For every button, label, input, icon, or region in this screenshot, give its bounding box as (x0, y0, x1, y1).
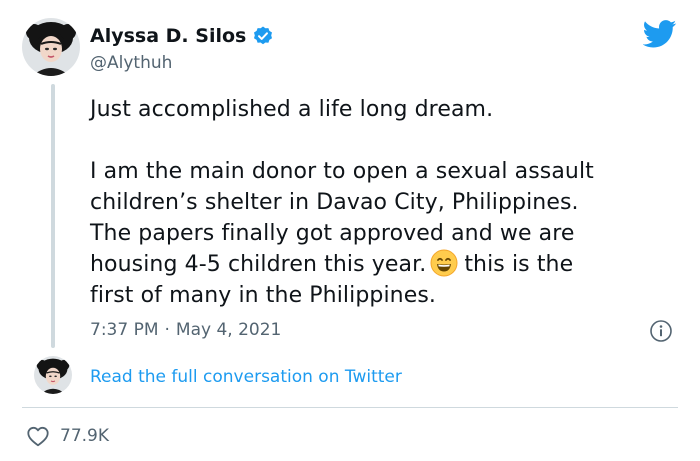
tweet-line-4-end: this is the (464, 252, 574, 277)
tweet-time: 7:37 PM (90, 320, 159, 340)
tweet-date: May 4, 2021 (175, 320, 282, 340)
avatar-image (34, 356, 72, 394)
verified-badge-icon (252, 25, 274, 47)
tweet-timestamp[interactable]: 7:37 PM · May 4, 2021 (90, 318, 281, 342)
tweet-line-2: children’s shelter in Davao City, Philip… (90, 190, 579, 215)
author-handle[interactable]: @Alythuh (90, 52, 172, 74)
thread-line (51, 84, 55, 348)
info-icon[interactable] (649, 319, 673, 343)
tweet-line-4-start: housing 4-5 children this year. (90, 252, 427, 277)
like-button[interactable]: 77.9K (26, 424, 109, 448)
tweet-card: Alyssa D. Silos @Alythuh Just accomplish… (0, 0, 700, 461)
tweet-line-1: I am the main donor to open a sexual ass… (90, 159, 594, 184)
divider (22, 407, 678, 408)
like-count: 77.9K (60, 426, 109, 446)
author-name-row: Alyssa D. Silos (90, 24, 274, 48)
grinning-face-emoji-icon (430, 249, 458, 277)
heart-icon (26, 425, 50, 447)
read-full-conversation-link[interactable]: Read the full conversation on Twitter (90, 366, 402, 388)
meta-separator: · (164, 320, 170, 340)
tweet-line-4: housing 4-5 children this year. this is … (90, 249, 680, 280)
avatar-image (22, 18, 80, 76)
tweet-line-5: first of many in the Philippines. (90, 283, 437, 308)
tweet-text: Just accomplished a life long dream. I a… (90, 94, 680, 311)
tweet-paragraph-1: Just accomplished a life long dream. (90, 97, 494, 122)
author-name[interactable]: Alyssa D. Silos (90, 24, 246, 48)
reply-avatar[interactable] (34, 356, 72, 394)
tweet-line-3: The papers finally got approved and we a… (90, 221, 575, 246)
author-avatar[interactable] (22, 18, 80, 76)
twitter-bird-icon[interactable] (642, 20, 677, 48)
